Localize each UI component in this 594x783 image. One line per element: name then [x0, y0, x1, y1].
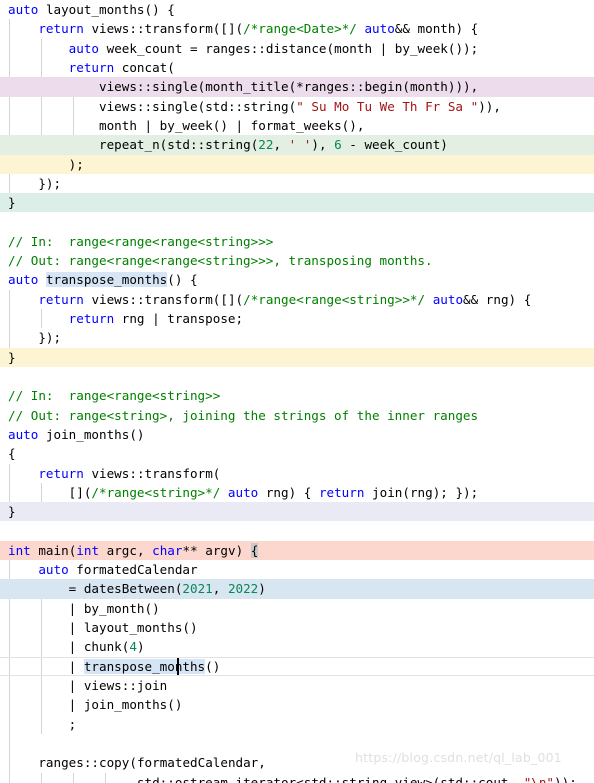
code-line[interactable]: month | by_week() | format_weeks(), — [0, 116, 594, 135]
code-line[interactable]: | transpose_months() — [0, 657, 594, 676]
code-line[interactable]: // Out: range<string>, joining the strin… — [0, 406, 594, 425]
occurrence-highlight: transpose_months — [45, 272, 168, 288]
code-line[interactable]: | by_month() — [0, 599, 594, 618]
code-line[interactable]: ; — [0, 715, 594, 734]
code-line[interactable]: return views::transform([](/*range<range… — [0, 290, 594, 309]
bracket-match-highlight: { — [250, 542, 259, 558]
code-line[interactable]: auto week_count = ranges::distance(month… — [0, 39, 594, 58]
code-line[interactable] — [0, 367, 594, 386]
code-line[interactable]: = datesBetween(2021, 2022) — [0, 579, 594, 599]
code-line[interactable]: return rng | transpose; — [0, 309, 594, 328]
code-line[interactable] — [0, 212, 594, 231]
code-line[interactable]: // Out: range<range<range<string>>>, tra… — [0, 251, 594, 270]
code-line[interactable]: return views::transform([](/*range<Date>… — [0, 19, 594, 38]
code-line[interactable]: { — [0, 444, 594, 463]
code-line[interactable]: } — [0, 502, 594, 522]
code-line[interactable]: views::single(std::string(" Su Mo Tu We … — [0, 97, 594, 116]
code-line[interactable]: return concat( — [0, 58, 594, 77]
code-line[interactable]: [](/*range<string>*/ auto rng) { return … — [0, 483, 594, 502]
code-line[interactable]: repeat_n(std::string(22, ' '), 6 - week_… — [0, 135, 594, 155]
code-line[interactable]: views::single(month_title(*ranges::begin… — [0, 77, 594, 97]
code-line[interactable]: | layout_months() — [0, 618, 594, 637]
code-line[interactable]: | join_months() — [0, 695, 594, 714]
code-line[interactable]: // In: range<range<string>> — [0, 386, 594, 405]
code-line[interactable]: | chunk(4) — [0, 637, 594, 656]
code-line[interactable]: auto formatedCalendar — [0, 560, 594, 579]
code-lines[interactable]: auto layout_months() { return views::tra… — [0, 0, 594, 783]
code-line[interactable]: }); — [0, 174, 594, 193]
text-caret — [177, 657, 180, 675]
code-line[interactable]: int main(int argc, char** argv) { — [0, 540, 594, 561]
code-editor[interactable]: auto layout_months() { return views::tra… — [0, 0, 594, 783]
code-line[interactable]: } — [0, 193, 594, 213]
code-line[interactable]: } — [0, 347, 594, 367]
code-line[interactable]: std::ostream_iterator<std::string_view>(… — [0, 773, 594, 783]
code-line[interactable] — [0, 734, 594, 753]
code-line[interactable]: auto layout_months() { — [0, 0, 594, 19]
code-line[interactable] — [0, 521, 594, 540]
code-line[interactable]: ); — [0, 154, 594, 174]
code-line[interactable]: auto transpose_months() { — [0, 270, 594, 289]
code-line[interactable]: ranges::copy(formatedCalendar, — [0, 753, 594, 772]
code-line[interactable]: }); — [0, 328, 594, 347]
code-line[interactable]: // In: range<range<range<string>>> — [0, 232, 594, 251]
code-line[interactable]: return views::transform( — [0, 464, 594, 483]
code-line[interactable]: | views::join — [0, 676, 594, 695]
occurrence-highlight: transpose_months — [83, 658, 206, 674]
code-line[interactable]: auto join_months() — [0, 425, 594, 444]
